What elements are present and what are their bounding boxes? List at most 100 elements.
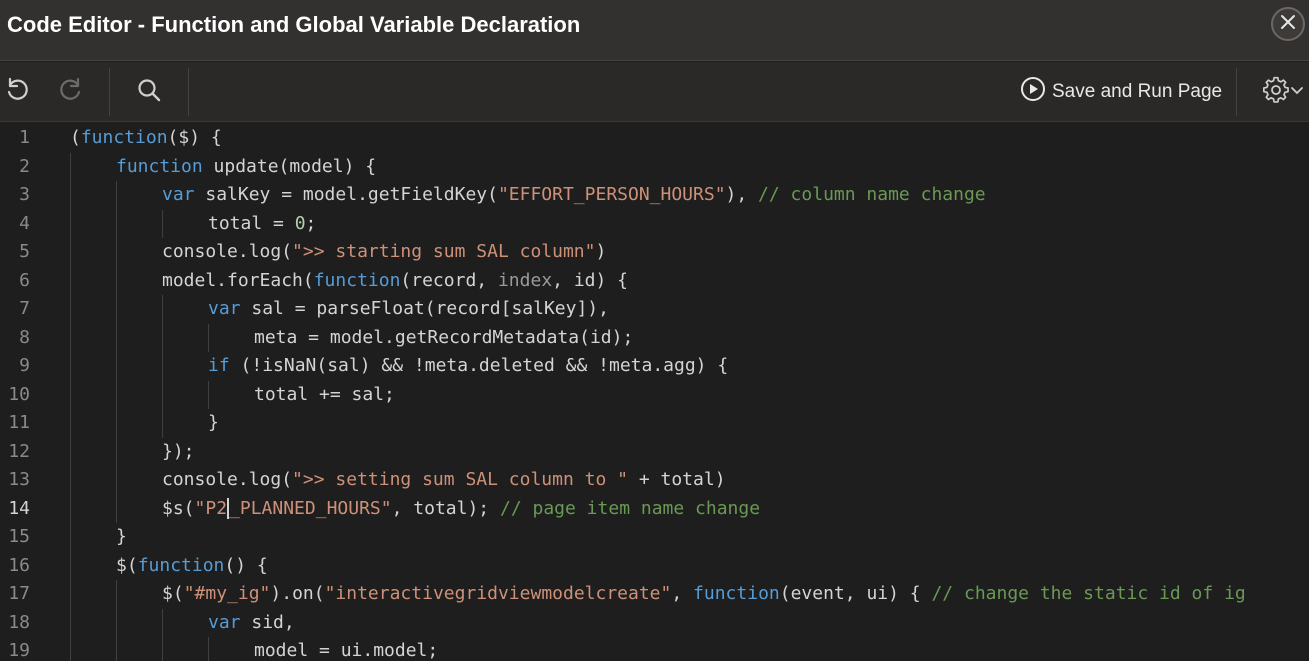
code-token: (!isNaN(sal) && !meta.deleted && !meta.a… <box>229 355 729 376</box>
code-token: , total <box>391 497 468 519</box>
indent-guide <box>70 266 71 295</box>
indent-guide <box>208 323 209 352</box>
code-token: var <box>208 298 241 319</box>
indent-guide <box>70 637 71 661</box>
code-text: console.log(">> starting sum SAL column"… <box>162 238 606 267</box>
search-button[interactable] <box>132 76 166 108</box>
dialog-titlebar: Code Editor - Function and Global Variab… <box>0 0 1309 61</box>
line-number: 15 <box>8 526 30 547</box>
code-text: }); <box>162 438 195 467</box>
indent-guide <box>116 181 117 210</box>
code-token: 0 <box>294 212 306 234</box>
indent-guide <box>116 323 117 352</box>
code-line[interactable]: 12}); <box>0 437 1309 467</box>
indent-guide <box>70 437 71 466</box>
indent-guide <box>116 409 117 438</box>
line-number: 16 <box>8 554 30 576</box>
indent-guide <box>162 409 163 438</box>
code-token: ) <box>467 497 479 519</box>
code-token: model.forEach( <box>162 269 314 291</box>
indent-guide <box>70 551 71 580</box>
code-token: ">> setting sum SAL column to " <box>292 469 628 490</box>
indent-guide <box>70 523 71 552</box>
save-and-run-label: Save and Run Page <box>1052 81 1223 102</box>
undo-button[interactable] <box>0 76 34 108</box>
line-number: 18 <box>8 611 30 633</box>
code-text: $(function() { <box>116 552 268 581</box>
code-token: function <box>313 269 401 291</box>
toolbar-divider <box>1236 68 1237 116</box>
code-line[interactable]: 8 meta = model.getRecordMetadata(id); <box>0 323 1309 352</box>
code-token: meta = model.getRecordMetadata(id); <box>254 326 634 348</box>
code-text: console.log(">> setting sum SAL column t… <box>162 466 726 495</box>
indent-guide <box>162 380 163 409</box>
redo-button[interactable] <box>54 76 88 108</box>
indent-guide <box>70 494 71 523</box>
code-text: $("#my_ig").on("interactivegridviewmodel… <box>162 580 1246 609</box>
code-token: $s( <box>162 497 195 519</box>
indent-guide <box>162 608 163 637</box>
line-number: 3 <box>19 184 30 205</box>
code-line[interactable]: 6 model.forEach(function(record, index, i… <box>0 266 1309 296</box>
code-line[interactable]: 5 console.log(">> starting sum SAL column… <box>0 238 1309 267</box>
code-token: if <box>208 355 230 376</box>
code-token: "EFFORT_PERSON_HOURS" <box>497 184 726 205</box>
code-text: var salKey = model.getFieldKey("EFFORT_P… <box>162 181 986 210</box>
code-line[interactable]: 15} <box>0 523 1309 552</box>
save-and-run-button[interactable]: Save and Run Page <box>1020 76 1222 108</box>
line-number: 1 <box>19 127 30 148</box>
code-line[interactable]: 2 function update(model) { <box>0 152 1309 181</box>
code-text: total += sal; <box>254 381 395 410</box>
close-icon <box>1279 13 1297 35</box>
indent-guide <box>70 152 71 181</box>
code-token: ) <box>595 241 607 262</box>
code-token: index <box>497 269 553 291</box>
indent-guide <box>162 637 163 661</box>
code-token: "interactivegridviewmodelcreate" <box>324 583 672 604</box>
code-text: if (!isNaN(sal) && !meta.deleted && !met… <box>208 352 728 381</box>
line-number: 9 <box>19 355 30 376</box>
code-line[interactable]: 9 if (!isNaN(sal) && !meta.deleted && !me… <box>0 352 1309 381</box>
code-line[interactable]: 17 $("#my_ig").on("interactivegridviewmod… <box>0 580 1309 609</box>
settings-menu-button[interactable] <box>1258 76 1308 108</box>
code-line[interactable]: 11} <box>0 409 1309 438</box>
code-token: function <box>80 127 168 148</box>
code-line[interactable]: 3 var salKey = model.getFieldKey("EFFORT_… <box>0 181 1309 210</box>
indent-guide <box>70 380 71 409</box>
line-number: 19 <box>8 640 30 661</box>
code-token: } <box>208 412 219 433</box>
code-line[interactable]: 1 (function($) { <box>0 124 1309 153</box>
gear-icon <box>1262 76 1290 108</box>
indent-guide <box>70 295 71 324</box>
code-line[interactable]: 18 var sid, <box>0 608 1309 637</box>
code-token: ), <box>725 184 759 205</box>
toolbar-divider <box>109 68 110 116</box>
code-token: , <box>671 583 694 604</box>
code-token: total = <box>208 212 295 234</box>
indent-guide <box>116 380 117 409</box>
line-number: 14 <box>8 497 30 519</box>
indent-guide <box>70 466 71 495</box>
close-button[interactable] <box>1271 7 1305 41</box>
code-text: model.forEach(function(record, index, id… <box>162 267 628 296</box>
code-token: console.log( <box>162 241 293 262</box>
code-line[interactable]: 7 var sal = parseFloat(record[salKey]), <box>0 295 1309 324</box>
code-text: } <box>116 523 127 552</box>
code-token: $( <box>116 554 138 576</box>
code-line[interactable]: 19 model = ui.model; <box>0 637 1309 661</box>
toolbar-divider <box>188 68 189 116</box>
code-line[interactable]: 16 $(function() { <box>0 551 1309 581</box>
code-token: var <box>208 611 241 633</box>
code-text: var sal = parseFloat(record[salKey]), <box>208 295 609 324</box>
code-line[interactable]: 4 total = 0; <box>0 209 1309 238</box>
code-token: function <box>116 155 203 177</box>
indent-guide <box>162 352 163 381</box>
indent-guide <box>116 580 117 609</box>
code-editor[interactable]: 1 (function($) {2 function update(model) {… <box>0 123 1309 661</box>
code-line[interactable]: 10 total += sal; <box>0 380 1309 410</box>
code-line[interactable]: 13 console.log(">> setting sum SAL column… <box>0 466 1309 495</box>
code-token: (record, <box>400 269 498 291</box>
code-line[interactable]: 14 $s("P2 _PLANNED_HOURS", total); // page… <box>0 494 1309 523</box>
code-token: () { <box>224 554 268 576</box>
code-token: , id) { <box>552 269 629 291</box>
